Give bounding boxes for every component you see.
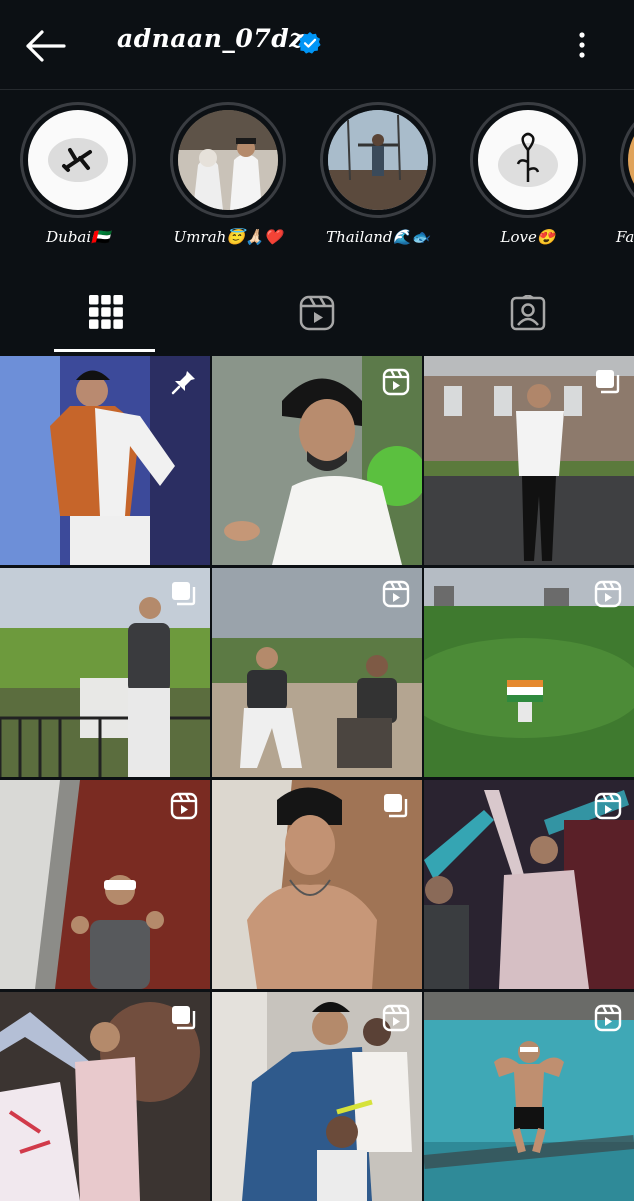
reel-icon — [594, 1004, 622, 1032]
rose-icon — [498, 132, 558, 187]
more-vertical-icon[interactable] — [574, 30, 590, 60]
pin-icon — [171, 371, 195, 395]
post-thumbnail[interactable] — [212, 568, 422, 777]
profile-username: adnaan_07dz — [117, 24, 304, 53]
reel-icon — [382, 368, 410, 396]
post-thumbnail[interactable] — [424, 780, 634, 989]
highlight-thailand[interactable]: Thailand🌊🐟 — [320, 102, 440, 262]
highlight-cover — [328, 110, 428, 210]
reel-icon — [382, 580, 410, 608]
post-thumbnail[interactable] — [424, 356, 634, 565]
highlight-label: Fa — [616, 228, 634, 246]
profile-header: adnaan_07dz — [0, 0, 634, 90]
airplane-icon — [48, 138, 108, 182]
carousel-icon — [172, 582, 196, 606]
reel-icon — [382, 1004, 410, 1032]
profile-tabs — [0, 275, 634, 355]
highlight-partial[interactable]: Fa — [616, 102, 634, 262]
post-thumbnail[interactable] — [212, 356, 422, 565]
post-thumbnail[interactable] — [212, 992, 422, 1201]
tab-reels[interactable] — [211, 275, 422, 353]
posts-grid — [0, 356, 634, 1201]
tab-posts[interactable] — [0, 275, 211, 353]
story-highlights: Dubai🇦🇪 Umrah😇🙏🏻❤️ Thailand🌊🐟 Love😍 Fa — [0, 90, 634, 275]
highlight-cover — [478, 110, 578, 210]
tagged-user-icon — [510, 295, 545, 331]
post-thumbnail[interactable] — [424, 568, 634, 777]
post-thumbnail[interactable] — [0, 568, 210, 777]
reel-icon — [170, 792, 198, 820]
carousel-icon — [384, 794, 408, 818]
tab-tagged[interactable] — [422, 275, 633, 353]
highlight-love[interactable]: Love😍 — [470, 102, 590, 262]
highlight-label: Dubai🇦🇪 — [46, 228, 110, 246]
post-thumbnail[interactable] — [424, 992, 634, 1201]
post-thumbnail[interactable] — [0, 780, 210, 989]
post-thumbnail[interactable] — [0, 992, 210, 1201]
highlight-photo — [178, 110, 278, 210]
highlight-label: Thailand🌊🐟 — [326, 228, 430, 246]
post-thumbnail[interactable] — [0, 356, 210, 565]
highlight-dubai[interactable]: Dubai🇦🇪 — [20, 102, 140, 262]
highlight-umrah[interactable]: Umrah😇🙏🏻❤️ — [170, 102, 290, 262]
grid-icon — [88, 295, 123, 329]
post-thumbnail[interactable] — [212, 780, 422, 989]
highlight-photo — [328, 110, 428, 210]
verified-badge-icon — [298, 32, 321, 54]
reel-icon — [594, 580, 622, 608]
active-tab-indicator — [54, 349, 155, 352]
reel-icon — [594, 792, 622, 820]
highlight-label: Umrah😇🙏🏻❤️ — [173, 228, 283, 246]
carousel-icon — [596, 370, 620, 394]
highlight-cover — [178, 110, 278, 210]
reels-icon — [299, 295, 334, 331]
highlight-cover — [28, 110, 128, 210]
arrow-left-icon[interactable] — [24, 28, 66, 64]
carousel-icon — [172, 1006, 196, 1030]
highlight-label: Love😍 — [500, 228, 556, 246]
